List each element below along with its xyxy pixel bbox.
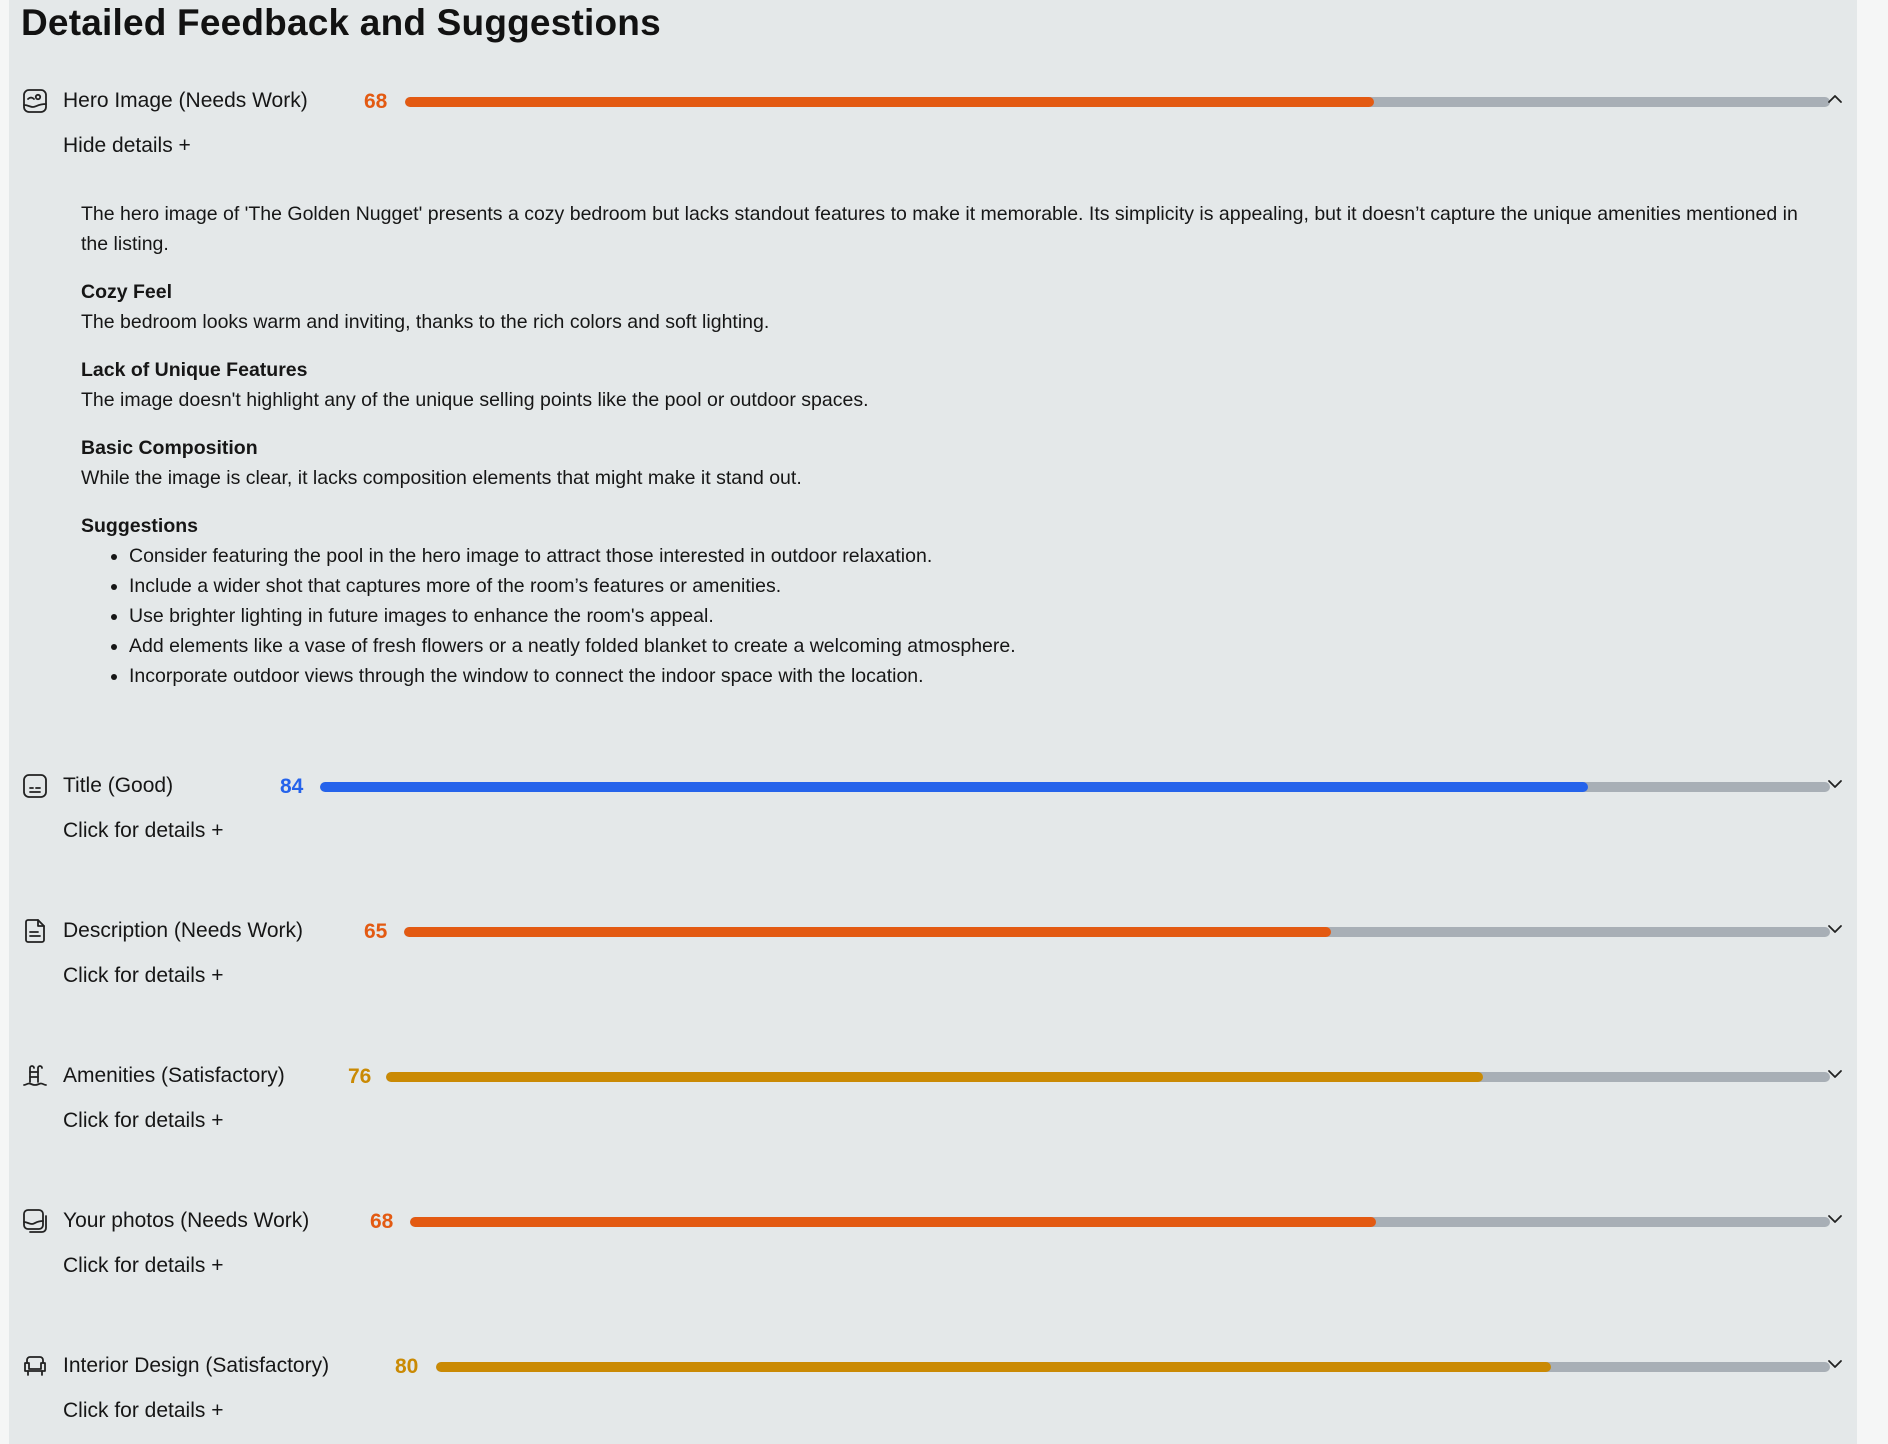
armchair-icon: [21, 1352, 49, 1380]
hide-details-link[interactable]: Hide details +: [63, 134, 191, 158]
chevron-down-icon[interactable]: [1825, 1209, 1845, 1229]
section-title: Amenities (Satisfactory): [63, 1064, 285, 1087]
detail-block-title: Cozy Feel: [81, 281, 173, 303]
click-for-details-link[interactable]: Click for details +: [63, 1399, 223, 1423]
detail-block: Cozy Feel The bedroom looks warm and inv…: [81, 277, 1801, 337]
score-bar: [320, 782, 1830, 792]
section-title-score: Title (Good) 84 Click for details +: [9, 766, 1857, 842]
section-title: Title (Good): [63, 774, 174, 797]
hero-details-content: The hero image of 'The Golden Nugget' pr…: [81, 199, 1801, 709]
suggestions-block: Suggestions Consider featuring the pool …: [81, 511, 1801, 691]
score-value: 76: [348, 1065, 372, 1088]
score-bar-fill: [405, 97, 1374, 107]
score-value: 84: [280, 775, 304, 798]
detail-block-text: The bedroom looks warm and inviting, tha…: [81, 311, 770, 333]
section-your-photos: Your photos (Needs Work) 68 Click for de…: [9, 1201, 1857, 1277]
section-hero-image: Hero Image (Needs Work) 68 Hide details …: [9, 81, 1857, 687]
score-bar: [436, 1362, 1830, 1372]
chevron-up-icon[interactable]: [1825, 89, 1845, 109]
chevron-down-icon[interactable]: [1825, 774, 1845, 794]
suggestions-list: Consider featuring the pool in the hero …: [81, 541, 1801, 691]
score-value: 80: [395, 1355, 419, 1378]
section-title: Interior Design (Satisfactory): [63, 1354, 330, 1377]
score-bar: [404, 927, 1830, 937]
chevron-down-icon[interactable]: [1825, 919, 1845, 939]
suggestions-title: Suggestions: [81, 515, 199, 537]
detail-block: Lack of Unique Features The image doesn'…: [81, 355, 1801, 415]
suggestion-item: Add elements like a vase of fresh flower…: [129, 631, 1801, 661]
score-bar-fill: [404, 927, 1331, 937]
detail-block: Basic Composition While the image is cle…: [81, 433, 1801, 493]
section-header[interactable]: Title (Good) 84: [9, 766, 1857, 806]
chevron-down-icon[interactable]: [1825, 1354, 1845, 1374]
section-header[interactable]: Description (Needs Work) 65: [9, 911, 1857, 951]
detail-block-title: Basic Composition: [81, 437, 258, 459]
section-header[interactable]: Hero Image (Needs Work) 68: [9, 81, 1857, 121]
document-icon: [21, 917, 49, 945]
score-bar-fill: [436, 1362, 1552, 1372]
section-amenities: Amenities (Satisfactory) 76 Click for de…: [9, 1056, 1857, 1132]
click-for-details-link[interactable]: Click for details +: [63, 964, 223, 988]
click-for-details-link[interactable]: Click for details +: [63, 1254, 223, 1278]
pool-ladder-icon: [21, 1062, 49, 1090]
suggestion-item: Use brighter lighting in future images t…: [129, 601, 1801, 631]
score-bar-fill: [386, 1072, 1484, 1082]
score-value: 68: [370, 1210, 394, 1233]
detail-block-text: While the image is clear, it lacks compo…: [81, 467, 802, 489]
feedback-panel: Detailed Feedback and Suggestions Hero I…: [9, 0, 1857, 1444]
section-header[interactable]: Interior Design (Satisfactory) 80: [9, 1346, 1857, 1386]
section-header[interactable]: Amenities (Satisfactory) 76: [9, 1056, 1857, 1096]
section-header[interactable]: Your photos (Needs Work) 68: [9, 1201, 1857, 1241]
details-summary: The hero image of 'The Golden Nugget' pr…: [81, 203, 1798, 255]
suggestion-item: Include a wider shot that captures more …: [129, 571, 1801, 601]
caption-icon: [21, 772, 49, 800]
score-bar: [386, 1072, 1830, 1082]
suggestion-item: Consider featuring the pool in the hero …: [129, 541, 1801, 571]
image-icon: [21, 87, 49, 115]
section-interior-design: Interior Design (Satisfactory) 80 Click …: [9, 1346, 1857, 1422]
score-bar-fill: [410, 1217, 1376, 1227]
score-value: 68: [364, 90, 388, 113]
photos-icon: [21, 1207, 49, 1235]
section-description: Description (Needs Work) 65 Click for de…: [9, 911, 1857, 987]
suggestion-item: Incorporate outdoor views through the wi…: [129, 661, 1801, 691]
click-for-details-link[interactable]: Click for details +: [63, 1109, 223, 1133]
detail-block-text: The image doesn't highlight any of the u…: [81, 389, 869, 411]
score-bar-fill: [320, 782, 1589, 792]
section-title: Your photos (Needs Work): [63, 1209, 310, 1232]
score-value: 65: [364, 920, 388, 943]
section-title: Hero Image (Needs Work): [63, 89, 308, 112]
page-title: Detailed Feedback and Suggestions: [21, 2, 661, 43]
click-for-details-link[interactable]: Click for details +: [63, 819, 223, 843]
score-bar: [410, 1217, 1830, 1227]
score-bar: [405, 97, 1830, 107]
section-title: Description (Needs Work): [63, 919, 304, 942]
chevron-down-icon[interactable]: [1825, 1064, 1845, 1084]
detail-block-title: Lack of Unique Features: [81, 359, 308, 381]
